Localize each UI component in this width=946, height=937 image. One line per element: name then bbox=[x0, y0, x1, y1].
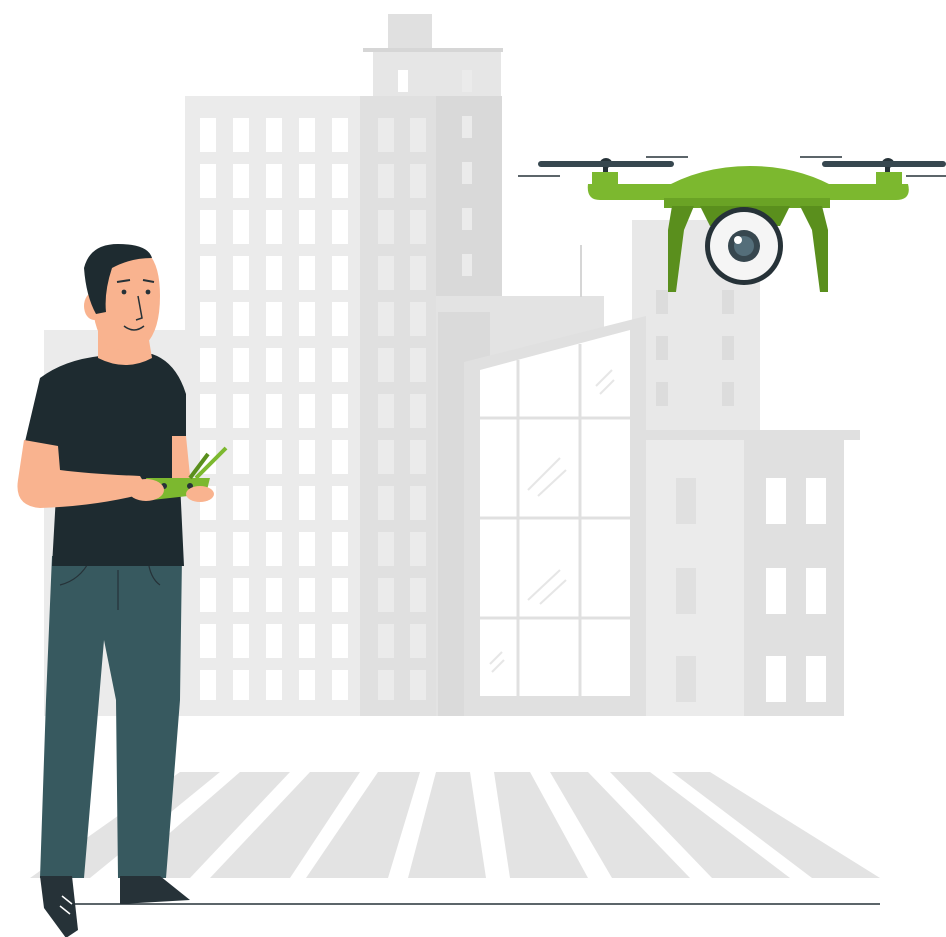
camera-drone bbox=[518, 156, 946, 292]
drone-leg-right bbox=[800, 206, 828, 292]
drone-motor-left bbox=[592, 172, 618, 186]
right-short-building bbox=[646, 430, 860, 716]
drone-motor-right bbox=[876, 172, 902, 186]
left-shoe bbox=[40, 876, 78, 937]
tall-building-left bbox=[185, 96, 365, 716]
illustration-stage bbox=[0, 0, 946, 937]
drone-body bbox=[660, 166, 840, 190]
drone-pilot-illustration bbox=[17, 14, 946, 937]
right-shoe bbox=[120, 876, 190, 904]
glass-building bbox=[464, 316, 646, 716]
drone-propeller-right bbox=[800, 156, 946, 178]
